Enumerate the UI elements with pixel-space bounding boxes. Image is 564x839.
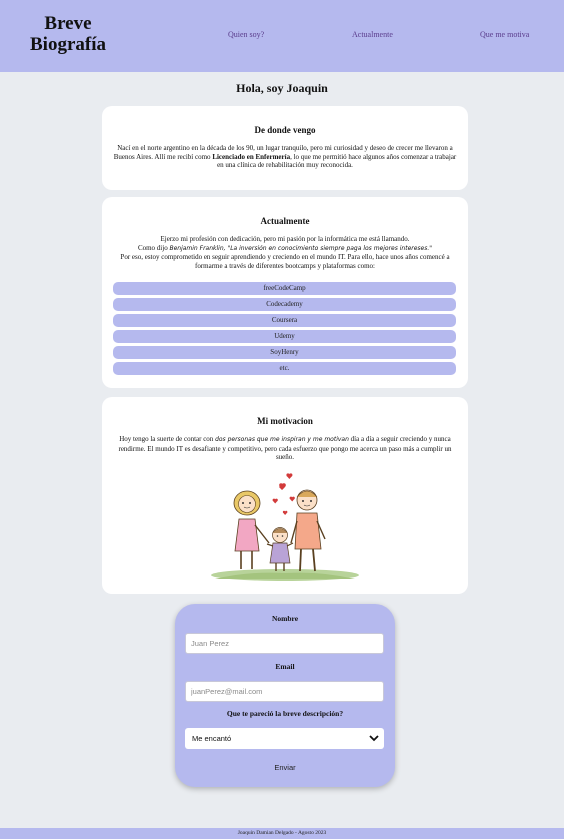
chevron-down-icon bbox=[369, 735, 379, 742]
motivation-text: Hoy tengo la suerte de contar con dos pe… bbox=[118, 435, 452, 461]
motivation-card: Mi motivacion Hoy tengo la suerte de con… bbox=[102, 397, 468, 594]
greeting-heading: Hola, soy Joaquin bbox=[236, 81, 328, 95]
nav-link-quien-soy[interactable]: Quien soy? bbox=[228, 30, 264, 39]
platform-item-coursera: Coursera bbox=[113, 314, 456, 327]
name-label: Nombre bbox=[271, 614, 299, 623]
opinion-label: Que te pareció la breve descripción? bbox=[226, 709, 344, 718]
origin-title: De donde vengo bbox=[254, 125, 316, 135]
email-label: Email bbox=[275, 662, 295, 671]
platform-item-udemy: Udemy bbox=[113, 330, 456, 343]
feedback-form: Nombre Email Que te pareció la breve des… bbox=[175, 604, 395, 787]
name-input[interactable] bbox=[185, 633, 384, 654]
origin-text: Nací en el norte argentino en la década … bbox=[113, 144, 457, 169]
inspiration-highlight: dos personas que me inspiran y me motiva… bbox=[215, 436, 349, 443]
footer-credit: Joaquin Damian Delgado - Agosto 2023 bbox=[237, 830, 327, 836]
nav-link-actualmente[interactable]: Actualmente bbox=[352, 30, 393, 39]
opinion-select[interactable]: Me encantó bbox=[185, 728, 384, 749]
platform-list: freeCodeCamp Codecademy Coursera Udemy S… bbox=[113, 282, 456, 378]
platform-item-etc: etc. bbox=[113, 362, 456, 375]
platform-item-codecademy: Codecademy bbox=[113, 298, 456, 311]
site-header: Breve Biografía Quien soy? Actualmente Q… bbox=[0, 0, 564, 72]
franklin-quote: Benjamin Franklin, "La inversión en cono… bbox=[169, 244, 433, 252]
motivation-title: Mi motivacion bbox=[257, 416, 313, 426]
submit-button[interactable]: Enviar bbox=[255, 761, 315, 775]
opinion-selected-value: Me encantó bbox=[192, 734, 232, 743]
family-illustration bbox=[211, 473, 359, 581]
current-text: Ejerzo mi profesión con dedicación, pero… bbox=[120, 235, 450, 270]
platform-item-freecodecamp: freeCodeCamp bbox=[113, 282, 456, 295]
site-footer: Joaquin Damian Delgado - Agosto 2023 bbox=[0, 828, 564, 839]
origin-card: De donde vengo Nací en el norte argentin… bbox=[102, 106, 468, 190]
nav-link-que-me-motiva[interactable]: Que me motiva bbox=[480, 30, 529, 39]
site-title: Breve Biografía bbox=[30, 13, 106, 55]
platform-item-soyhenry: SoyHenry bbox=[113, 346, 456, 359]
degree-highlight: Licenciado en Enfermería bbox=[212, 152, 291, 161]
current-title: Actualmente bbox=[260, 216, 310, 226]
email-input[interactable] bbox=[185, 681, 384, 702]
current-card: Actualmente Ejerzo mi profesión con dedi… bbox=[102, 197, 468, 388]
